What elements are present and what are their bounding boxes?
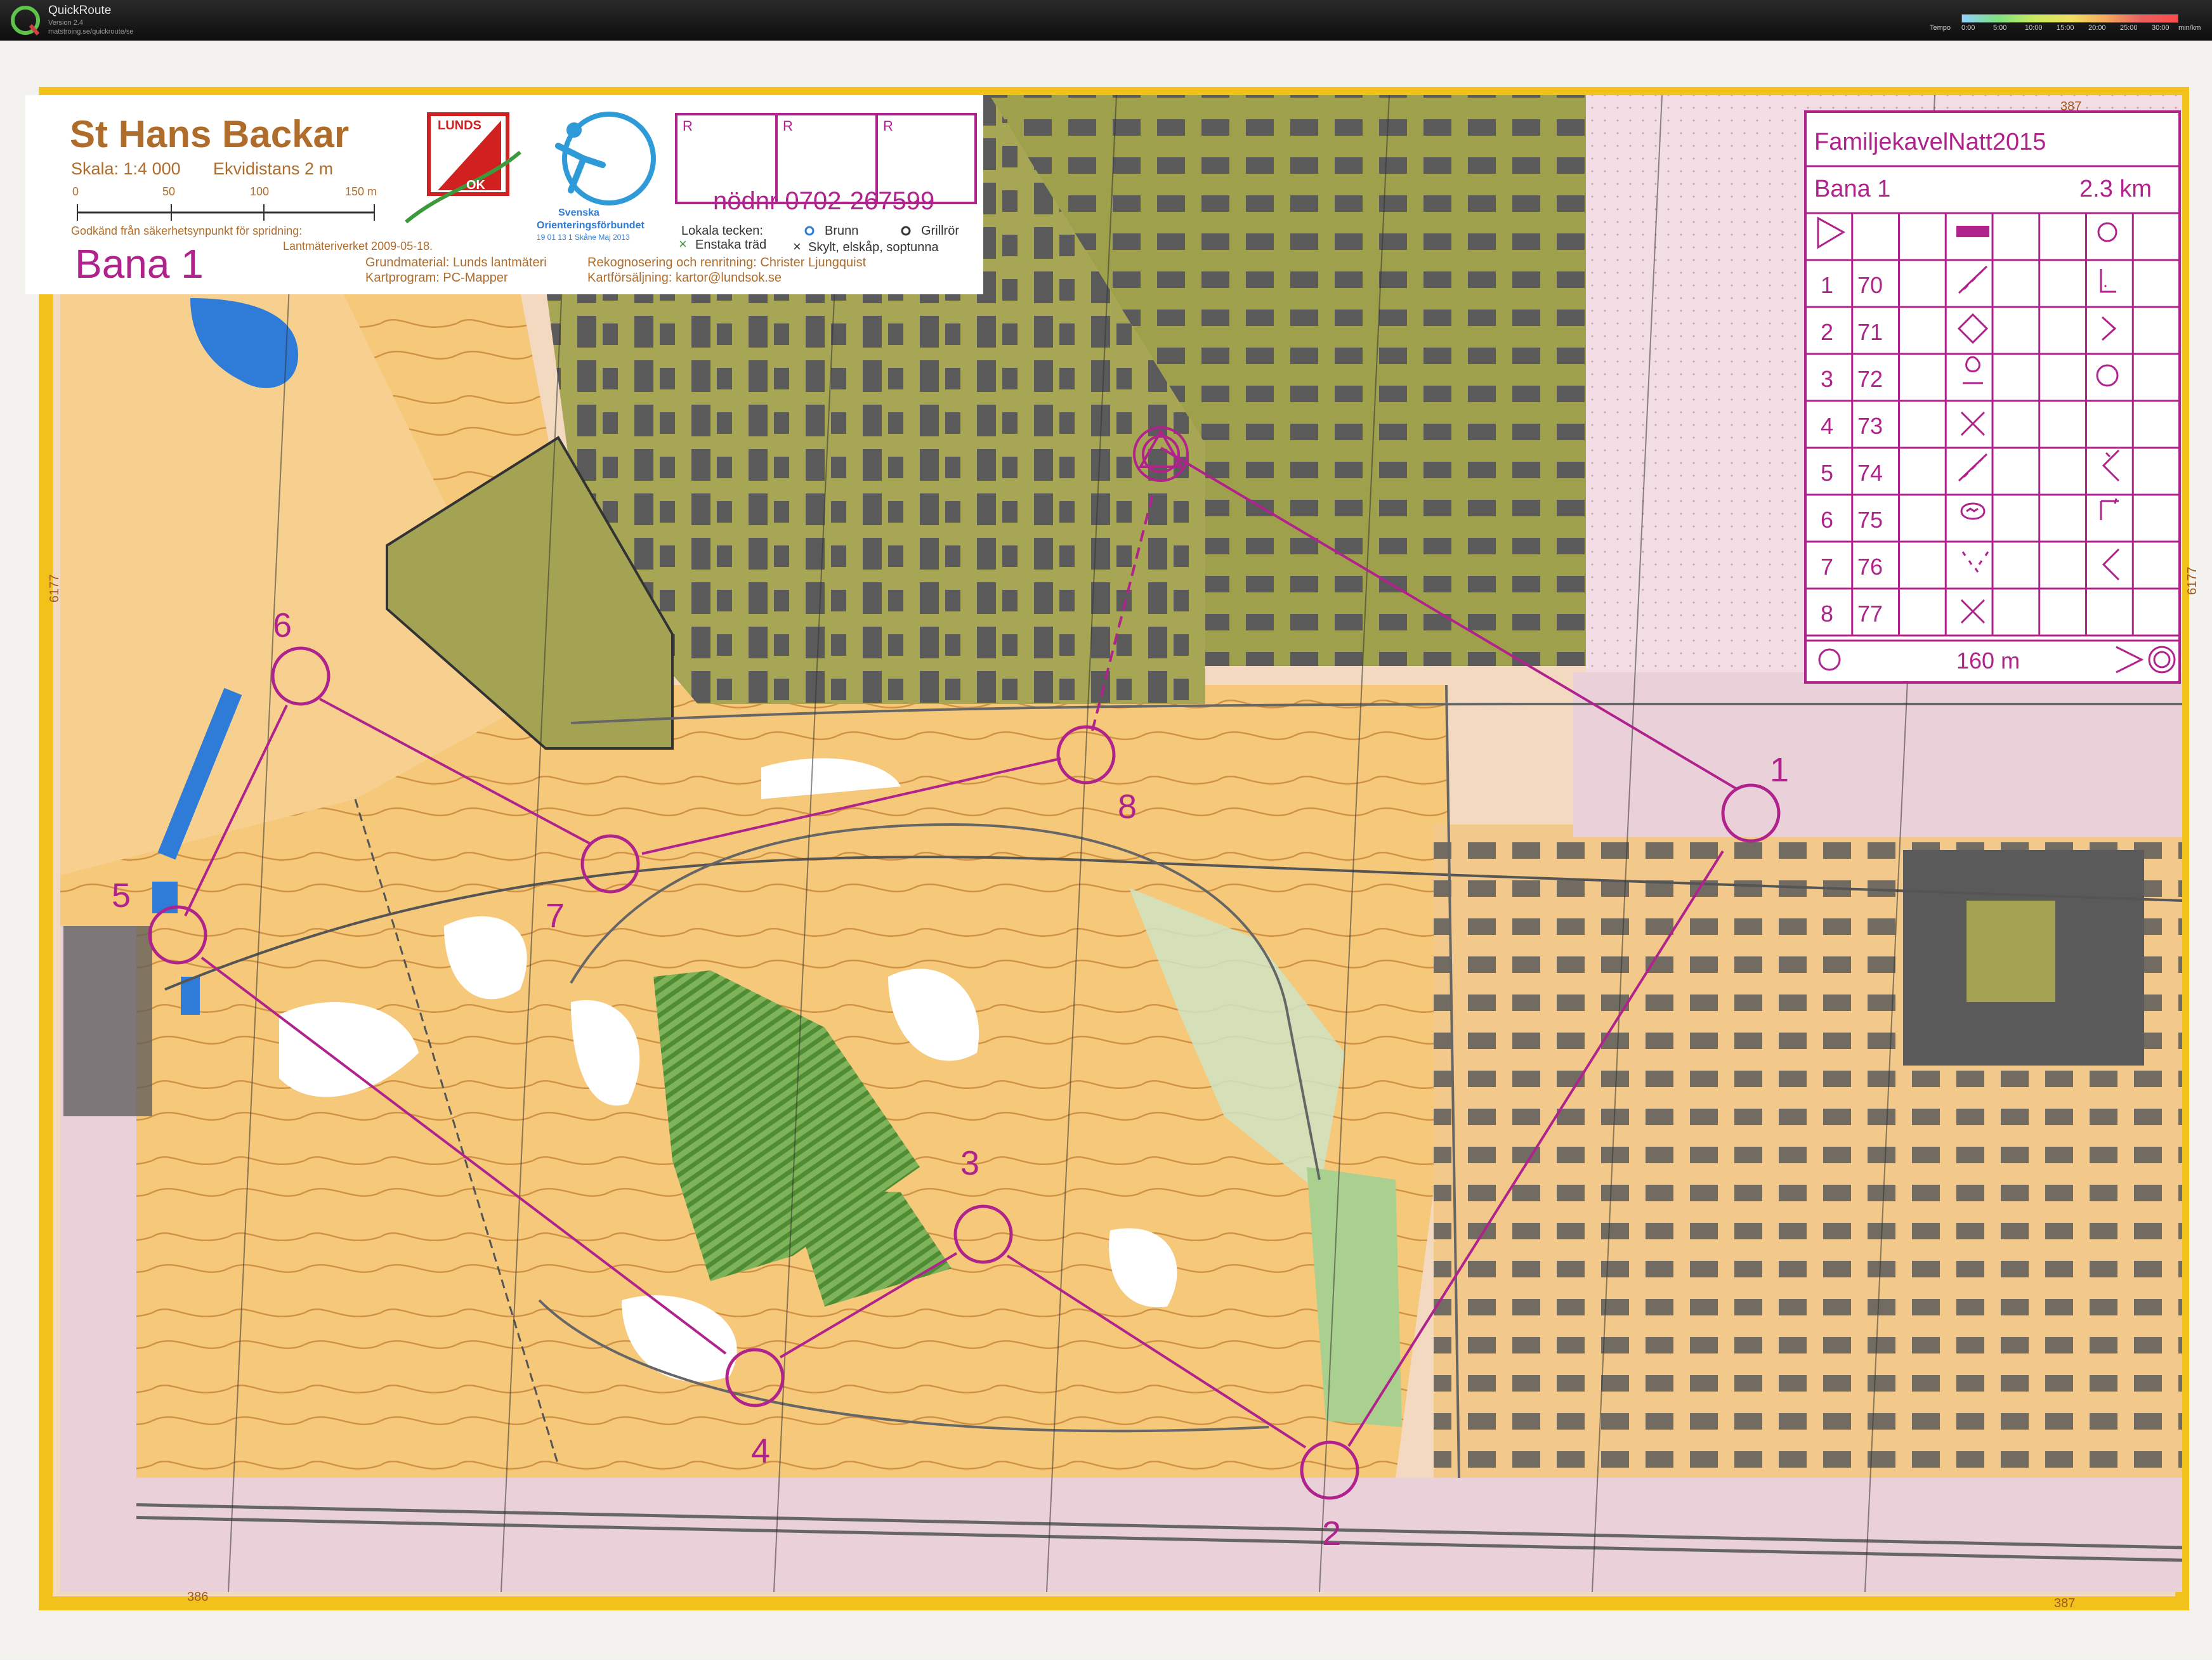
grid-label-bottom-right: 387 [2054,1596,2075,1610]
card-row-code: 76 [1857,554,1883,580]
legend-enstaka: Enstaka träd [695,238,766,252]
card-row-code: 77 [1857,601,1883,627]
card-row-code: 75 [1857,507,1883,533]
control-number-7: 7 [546,897,565,935]
urban-area-east [1573,672,2182,837]
federation-line-2: Orienteringsförbundet [537,220,645,231]
card-row-num: 5 [1821,460,1833,486]
finish-distance: 160 m [1956,648,2020,674]
map-contour-interval: Ekvidistans 2 m [213,159,333,178]
control-number-2: 2 [1322,1515,1341,1553]
tempo-tick: 10:00 [2025,24,2043,32]
club-logo-text-bottom: OK [466,178,486,192]
r-box-label: R [883,118,893,134]
app-url: matstroing.se/quickroute/se [48,28,134,36]
sign-icon: × [793,238,801,254]
tempo-legend: Tempo 0:00 5:00 10:00 15:00 20:00 25:00 … [1922,6,2201,34]
approval-line-1: Godkänd från säkerhetsynpunkt för spridn… [71,225,302,237]
federation-line-3: 19 01 13 1 Skåne Maj 2013 [537,233,630,242]
tempo-tick: 5:00 [1993,24,2007,32]
courtyard [1967,901,2055,1002]
approval-line-2: Lantmäteriverket 2009-05-18. [283,240,433,252]
single-tree-icon: × [679,236,687,252]
grid-label-side-left: 6177 [48,575,62,603]
control-number-5: 5 [112,877,131,915]
card-row-code: 71 [1857,319,1883,345]
legend-brunn: Brunn [825,224,858,238]
card-row-code: 73 [1857,413,1883,439]
app-version: Version 2.4 [48,19,84,27]
card-row-code: 70 [1857,272,1883,298]
map-viewport[interactable]: 386 387 386 387 6177 6177 St Hans Backar… [0,41,2212,1660]
map-sales: Kartförsäljning: kartor@lundsok.se [587,271,782,285]
card-row-num: 8 [1821,601,1833,627]
quickroute-logo-icon [11,6,40,36]
tempo-tick: 20:00 [2088,24,2106,32]
control-number-4: 4 [751,1432,770,1470]
card-row-num: 7 [1821,554,1833,580]
legend-grillror: Grillrör [921,224,959,238]
federation-line-1: Svenska [558,207,599,218]
scale-tick-label: 0 [72,185,79,198]
base-material: Grundmaterial: Lunds lantmäteri [365,256,547,270]
road-symbol-icon [1956,226,1989,237]
card-row-num: 1 [1821,272,1833,298]
card-event-name: FamiljekavelNatt2015 [1814,129,2046,155]
card-course-length: 2.3 km [2079,176,2152,202]
railway-area [60,1478,2182,1592]
orienteering-map[interactable]: 386 387 386 387 6177 6177 St Hans Backar… [0,41,2212,1660]
card-row-code: 74 [1857,460,1883,486]
tempo-label: Tempo [1930,24,1951,32]
card-row-num: 3 [1821,366,1833,392]
map-title: St Hans Backar [70,113,349,155]
map-header-panel: St Hans Backar Skala: 1:4 000 Ekvidistan… [25,95,983,294]
control-number-8: 8 [1118,788,1137,826]
map-scale: Skala: 1:4 000 [71,159,181,178]
legend-title: Lokala tecken: [681,224,763,238]
scale-tick-label: 150 m [345,185,377,198]
control-description-card: FamiljekavelNatt2015 Bana 1 2.3 km 1 70 … [1804,110,2181,684]
club-logo-text-top: LUNDS [438,119,481,133]
app-titlebar: QuickRoute Version 2.4 matstroing.se/qui… [0,0,2212,41]
tempo-tick: 30:00 [2152,24,2169,32]
card-row-num: 2 [1821,319,1833,345]
scale-tick-label: 100 [250,185,269,198]
tempo-tick: 15:00 [2057,24,2074,32]
grid-label-bottom-left: 386 [187,1590,208,1604]
tempo-color-bar [1961,14,2178,23]
tempo-tick: min/km [2178,24,2201,32]
course-name-label: Bana 1 [75,241,204,287]
grid-label-side-right: 6177 [2185,567,2199,596]
legend-skylt: Skylt, elskåp, soptunna [808,240,939,254]
scale-tick-label: 50 [162,185,175,198]
emergency-number: nödnr 0702-267599 [713,187,934,215]
tempo-tick: 25:00 [2120,24,2138,32]
app-name: QuickRoute [48,4,112,17]
tempo-tick: 0:00 [1961,24,1975,32]
card-row-num: 4 [1821,413,1833,439]
control-number-6: 6 [273,606,292,644]
parking-structure [63,926,152,1116]
recon-credit: Rekognosering och renritning: Christer L… [587,256,867,270]
card-course-name: Bana 1 [1814,176,1890,202]
r-box-label: R [783,118,793,134]
card-row-num: 6 [1821,507,1833,533]
control-number-3: 3 [960,1144,979,1182]
control-number-1: 1 [1770,751,1789,789]
card-row-code: 72 [1857,366,1883,392]
r-box-label: R [683,118,693,134]
map-software: Kartprogram: PC-Mapper [365,271,508,285]
